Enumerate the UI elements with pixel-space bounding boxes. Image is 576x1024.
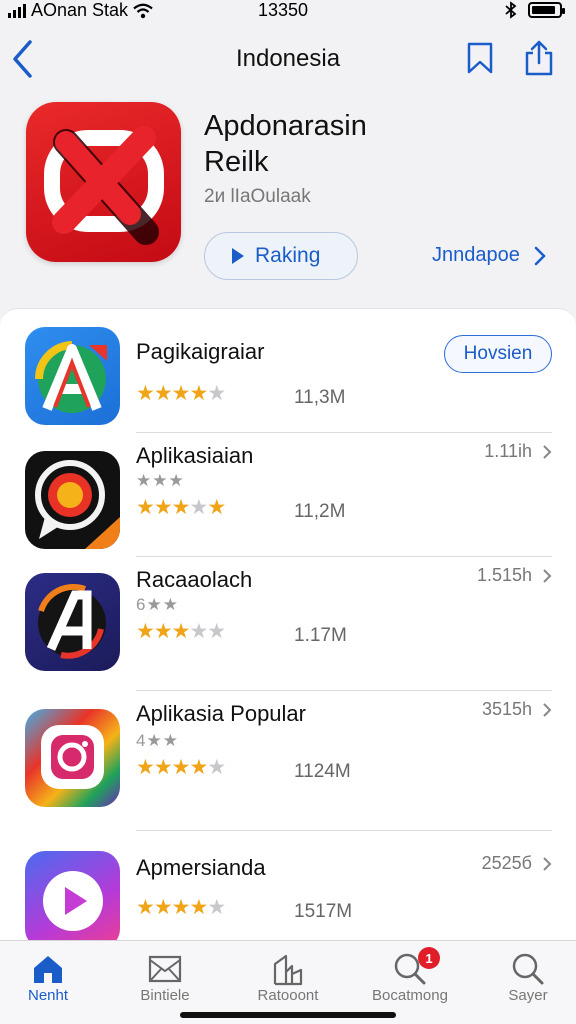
bookmark-button[interactable] <box>466 42 494 79</box>
wifi-icon <box>133 3 153 18</box>
search-icon <box>512 953 544 985</box>
app-subtitle: 6★★ <box>136 595 179 614</box>
app-meta: 2525б <box>482 853 552 874</box>
rating-count: 11,3M <box>294 387 346 408</box>
x-logo-icon <box>44 126 164 245</box>
home-indicator <box>180 1012 396 1018</box>
share-icon <box>525 40 553 76</box>
play-icon <box>232 248 244 264</box>
rating-count: 1517M <box>294 901 353 922</box>
ranking-button-label: Raking <box>255 244 321 267</box>
tab-label: Nenht <box>27 987 69 1004</box>
tab-home[interactable]: Nenht <box>0 951 96 1004</box>
battery-icon <box>528 2 565 18</box>
signal-icon <box>8 3 26 18</box>
chevron-right-icon <box>543 568 552 583</box>
home-icon <box>34 956 62 983</box>
app-list: Pagikaigraiar ★★★★★ 11,3M Hovsien Aplika… <box>0 308 576 949</box>
tab-label: Ratooont <box>257 987 319 1004</box>
app-size: 1.11ih <box>484 441 532 461</box>
featured-app-icon[interactable] <box>26 102 181 262</box>
status-right <box>504 1 565 19</box>
ranking-button[interactable]: Raking <box>204 232 358 280</box>
tab-ratooont[interactable]: Ratooont <box>240 951 336 1004</box>
share-button[interactable] <box>524 40 554 81</box>
chevron-right-icon <box>543 444 552 459</box>
chevron-right-icon <box>534 246 546 265</box>
app-name: Racaaolach <box>136 567 253 592</box>
clock: 13350 <box>258 0 309 20</box>
star-rating: ★★★★★ <box>136 620 226 643</box>
list-item[interactable]: Pagikaigraiar ★★★★★ 11,3M Hovsien <box>0 309 576 433</box>
app-name: Aplikasia Popular <box>136 701 306 726</box>
see-all-label: Jnndapoe <box>432 244 520 266</box>
rating-count: 11,2M <box>294 501 346 522</box>
see-all-link[interactable]: Jnndapoe <box>432 244 546 267</box>
title-line-1: Apdonarasin <box>204 110 367 142</box>
chevron-right-icon <box>543 702 552 717</box>
mail-icon <box>148 955 182 983</box>
app-icon <box>25 451 120 549</box>
list-item[interactable]: Aplikasiaian ★★★ ★★★★★ 11,2M 1.11ih <box>0 433 576 557</box>
app-icon <box>25 851 120 949</box>
tab-sayer[interactable]: Sayer <box>480 951 576 1004</box>
list-item[interactable]: Apmersianda ★★★★★ 1517M 2525б <box>0 831 576 949</box>
star-rating: ★★★★★ <box>136 896 226 919</box>
nav-bar: Indonesia <box>0 36 576 84</box>
app-meta: 3515h <box>482 699 552 720</box>
chart-icon <box>273 954 303 986</box>
carrier-name: AOnan Stak <box>31 0 129 20</box>
app-subtitle: 4★★ <box>136 731 179 750</box>
app-icon <box>25 573 120 671</box>
rating-count: 1.17M <box>294 625 347 646</box>
get-button[interactable]: Hovsien <box>444 335 552 373</box>
app-name: Pagikaigraiar <box>136 339 265 364</box>
app-name: Aplikasiaian <box>136 443 254 468</box>
star-rating: ★★★★★ <box>136 496 226 519</box>
star-rating: ★★★★★ <box>136 756 226 779</box>
chevron-right-icon <box>543 856 552 871</box>
app-name: Apmersianda <box>136 855 266 880</box>
tab-bintiele[interactable]: Bintiele <box>117 951 213 1004</box>
app-meta: 1.515h <box>477 565 552 586</box>
list-item[interactable]: Racaaolach 6★★ ★★★★★ 1.17M 1.515h <box>0 557 576 691</box>
rating-count: 1124M <box>294 761 351 782</box>
status-bar: AOnan Stak 13350 <box>0 0 576 24</box>
app-icon <box>25 327 120 425</box>
title-line-2: Reilk <box>204 146 269 178</box>
tab-label: Bintiele <box>140 987 190 1004</box>
app-size: 1.515h <box>476 565 532 585</box>
status-left: AOnan Stak <box>8 0 153 21</box>
star-rating: ★★★★★ <box>136 382 226 405</box>
app-size: 2525б <box>481 853 532 873</box>
app-icon <box>25 709 120 807</box>
bluetooth-icon <box>505 1 517 19</box>
bookmark-icon <box>467 42 493 74</box>
tab-label: Sayer <box>508 987 548 1004</box>
featured-app-subtitle: 2и lIaOulaak <box>204 186 311 207</box>
tab-bocatmong[interactable]: 1 Bocatmong <box>362 947 458 1004</box>
app-subtitle: ★★★ <box>136 471 185 490</box>
list-item[interactable]: Aplikasia Popular 4★★ ★★★★★ 1124M 3515h <box>0 691 576 831</box>
app-size: 3515h <box>481 699 532 719</box>
featured-app-title: Apdonarasin Reilk <box>204 108 504 180</box>
tab-label: Bocatmong <box>372 987 448 1004</box>
notification-badge: 1 <box>418 947 440 969</box>
app-meta: 1.11ih <box>484 441 552 462</box>
